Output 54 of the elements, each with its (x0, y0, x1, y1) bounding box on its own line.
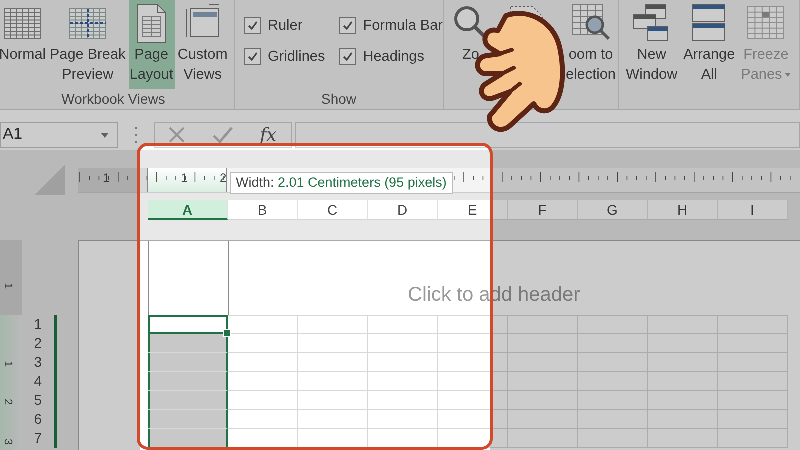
column-header[interactable]: B (228, 200, 298, 220)
name-box[interactable]: A1 (0, 122, 118, 148)
cell[interactable] (148, 372, 228, 391)
column-header[interactable]: G (578, 200, 648, 220)
ruler-number: 3 (2, 438, 14, 446)
checkbox[interactable] (244, 17, 261, 34)
select-all-icon[interactable] (35, 165, 65, 195)
cell[interactable] (148, 334, 228, 353)
close-icon (167, 125, 188, 145)
column-header[interactable]: D (368, 200, 438, 220)
checkbox[interactable] (339, 17, 356, 34)
fill-handle[interactable] (223, 329, 231, 337)
column-header[interactable]: A (148, 200, 228, 220)
cancel-button[interactable] (167, 125, 188, 145)
ribbon-button[interactable]: Normal (0, 0, 48, 69)
column-header[interactable]: I (718, 200, 788, 220)
check-icon (342, 50, 354, 62)
column-header[interactable]: H (648, 200, 718, 220)
ruler-number: 1 (2, 360, 14, 368)
ruler-number: 2 (2, 398, 14, 406)
cell[interactable] (148, 315, 228, 334)
cell[interactable] (148, 429, 228, 448)
check-icon (246, 20, 258, 32)
check-icon (342, 20, 354, 32)
checkbox-option[interactable]: Formula Bar (339, 17, 443, 34)
cell[interactable] (148, 353, 228, 372)
enter-button[interactable] (212, 125, 234, 145)
ribbon-button[interactable]: New Window (624, 0, 680, 89)
check-icon (212, 125, 234, 145)
check-icon (246, 50, 258, 62)
ribbon-button[interactable]: Arrange All (682, 0, 738, 89)
dropdown-caret-icon[interactable] (101, 132, 109, 138)
cell[interactable] (148, 410, 228, 429)
ruler-number: 1 (103, 171, 110, 185)
group-label: Workbook Views (62, 91, 166, 107)
checkbox[interactable] (244, 48, 261, 65)
ribbon-button[interactable]: Custom Views (176, 0, 229, 89)
column-header[interactable]: F (508, 200, 578, 220)
ribbon-button[interactable]: Page Break Preview (49, 0, 127, 89)
checkbox-option[interactable]: Gridlines (244, 48, 326, 65)
checkbox[interactable] (339, 48, 356, 65)
zoom-selection-icon (571, 3, 611, 43)
group-label: Show (321, 91, 357, 107)
ruler-number: 1 (2, 282, 14, 290)
insert-function-button[interactable]: fx (258, 124, 279, 146)
column-header[interactable]: E (438, 200, 508, 220)
ruler-number: 2 (220, 171, 227, 185)
width-tooltip: Width: 2.01 Centimeters (95 pixels) (230, 172, 453, 194)
ruler-number: 1 (181, 171, 188, 185)
ribbon-button[interactable]: Page Layout (128, 0, 175, 89)
column-header[interactable]: C (298, 200, 368, 220)
grip-icon (134, 127, 138, 143)
ribbon-button[interactable]: oom to election (569, 0, 613, 89)
cell[interactable] (148, 391, 228, 410)
